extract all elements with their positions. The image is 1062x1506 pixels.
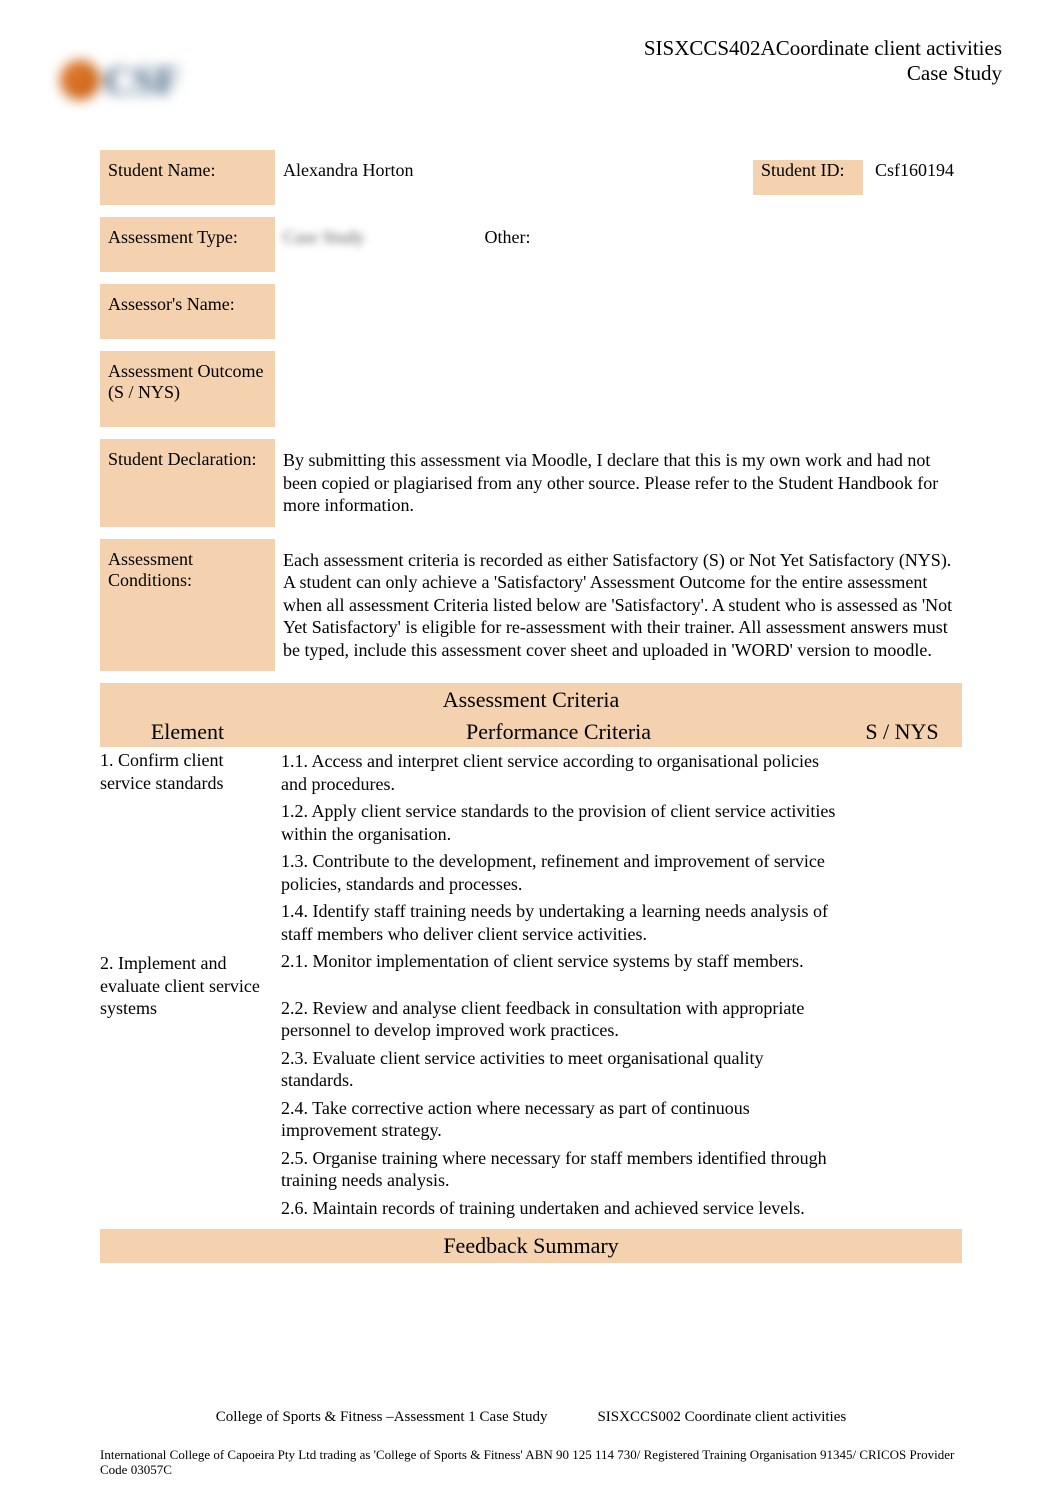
- pc-2-6: 2.6. Maintain records of training undert…: [281, 1196, 836, 1224]
- page-header: CSF SISXCCS402ACoordinate client activit…: [60, 30, 1002, 130]
- criteria-snys-column: [842, 747, 962, 1225]
- assessment-criteria-header: Assessment Criteria: [100, 683, 962, 717]
- pc-2-5: 2.5. Organise training where necessary f…: [281, 1146, 836, 1196]
- assessor-value: [275, 284, 962, 339]
- unit-title: Coordinate client activities: [776, 36, 1002, 60]
- content-area: Student Name: Alexandra Horton Student I…: [60, 150, 1002, 1263]
- assessment-type-value-cell: Case Study Other:: [275, 217, 962, 272]
- declaration-label: Student Declaration:: [100, 439, 275, 527]
- other-label: Other:: [445, 227, 531, 262]
- header-subtitle: Case Study: [220, 61, 1002, 86]
- element-1-title: 1. Confirm client service standards: [100, 749, 266, 794]
- assessment-cover-page: CSF SISXCCS402ACoordinate client activit…: [0, 0, 1062, 1293]
- page-footer: College of Sports & Fitness –Assessment …: [0, 1409, 1062, 1426]
- conditions-text: Each assessment criteria is recorded as …: [275, 539, 962, 672]
- student-name-label: Student Name:: [100, 150, 275, 205]
- criteria-pc-column: 1.1. Access and interpret client service…: [275, 747, 842, 1225]
- pc-2-4: 2.4. Take corrective action where necess…: [281, 1096, 836, 1146]
- header-title: SISXCCS402ACoordinate client activities …: [220, 30, 1002, 86]
- col-element-header: Element: [100, 717, 275, 747]
- conditions-label: Assessment Conditions:: [100, 539, 275, 672]
- assessor-row: Assessor's Name:: [100, 284, 962, 343]
- assessment-type-label: Assessment Type:: [100, 217, 275, 272]
- assessor-label: Assessor's Name:: [100, 284, 275, 339]
- declaration-text: By submitting this assessment via Moodle…: [275, 439, 962, 527]
- element-2-title: 2. Implement and evaluate client service…: [100, 952, 266, 1020]
- col-snys-header: S / NYS: [842, 717, 962, 747]
- pc-1-3: 1.3. Contribute to the development, refi…: [281, 849, 836, 899]
- pc-1-1: 1.1. Access and interpret client service…: [281, 749, 836, 799]
- criteria-elements-column: 1. Confirm client service standards 2. I…: [100, 747, 275, 1225]
- footer-left: College of Sports & Fitness –Assessment …: [216, 1409, 548, 1426]
- conditions-row: Assessment Conditions: Each assessment c…: [100, 539, 962, 676]
- student-name-value: Alexandra Horton: [283, 160, 753, 195]
- college-logo: CSF: [60, 30, 220, 130]
- legal-text: International College of Capoeira Pty Lt…: [100, 1447, 962, 1478]
- logo-icon: [60, 60, 100, 100]
- student-name-row: Student Name: Alexandra Horton Student I…: [100, 150, 962, 209]
- unit-code: SISXCCS402A: [644, 36, 776, 60]
- pc-2-3: 2.3. Evaluate client service activities …: [281, 1046, 836, 1096]
- pc-2-2: 2.2. Review and analyse client feedback …: [281, 996, 836, 1046]
- student-id-value: Csf160194: [863, 160, 954, 195]
- student-name-value-cell: Alexandra Horton Student ID: Csf160194: [275, 150, 962, 205]
- pc-1-4: 1.4. Identify staff training needs by un…: [281, 899, 836, 949]
- outcome-row: Assessment Outcome (S / NYS): [100, 351, 962, 431]
- logo-text: CSF: [104, 57, 180, 104]
- declaration-row: Student Declaration: By submitting this …: [100, 439, 962, 531]
- pc-1-2: 1.2. Apply client service standards to t…: [281, 799, 836, 849]
- outcome-label: Assessment Outcome (S / NYS): [100, 351, 275, 427]
- footer-right: SISXCCS002 Coordinate client activities: [597, 1409, 846, 1426]
- outcome-value: [275, 351, 962, 427]
- feedback-summary-header: Feedback Summary: [100, 1229, 962, 1263]
- pc-2-1: 2.1. Monitor implementation of client se…: [281, 949, 836, 996]
- criteria-table-body: 1. Confirm client service standards 2. I…: [100, 747, 962, 1225]
- assessment-type-value: Case Study: [283, 227, 445, 262]
- assessment-type-row: Assessment Type: Case Study Other:: [100, 217, 962, 276]
- criteria-table-head: Element Performance Criteria S / NYS: [100, 717, 962, 747]
- student-id-label: Student ID:: [753, 160, 863, 195]
- col-pc-header: Performance Criteria: [275, 717, 842, 747]
